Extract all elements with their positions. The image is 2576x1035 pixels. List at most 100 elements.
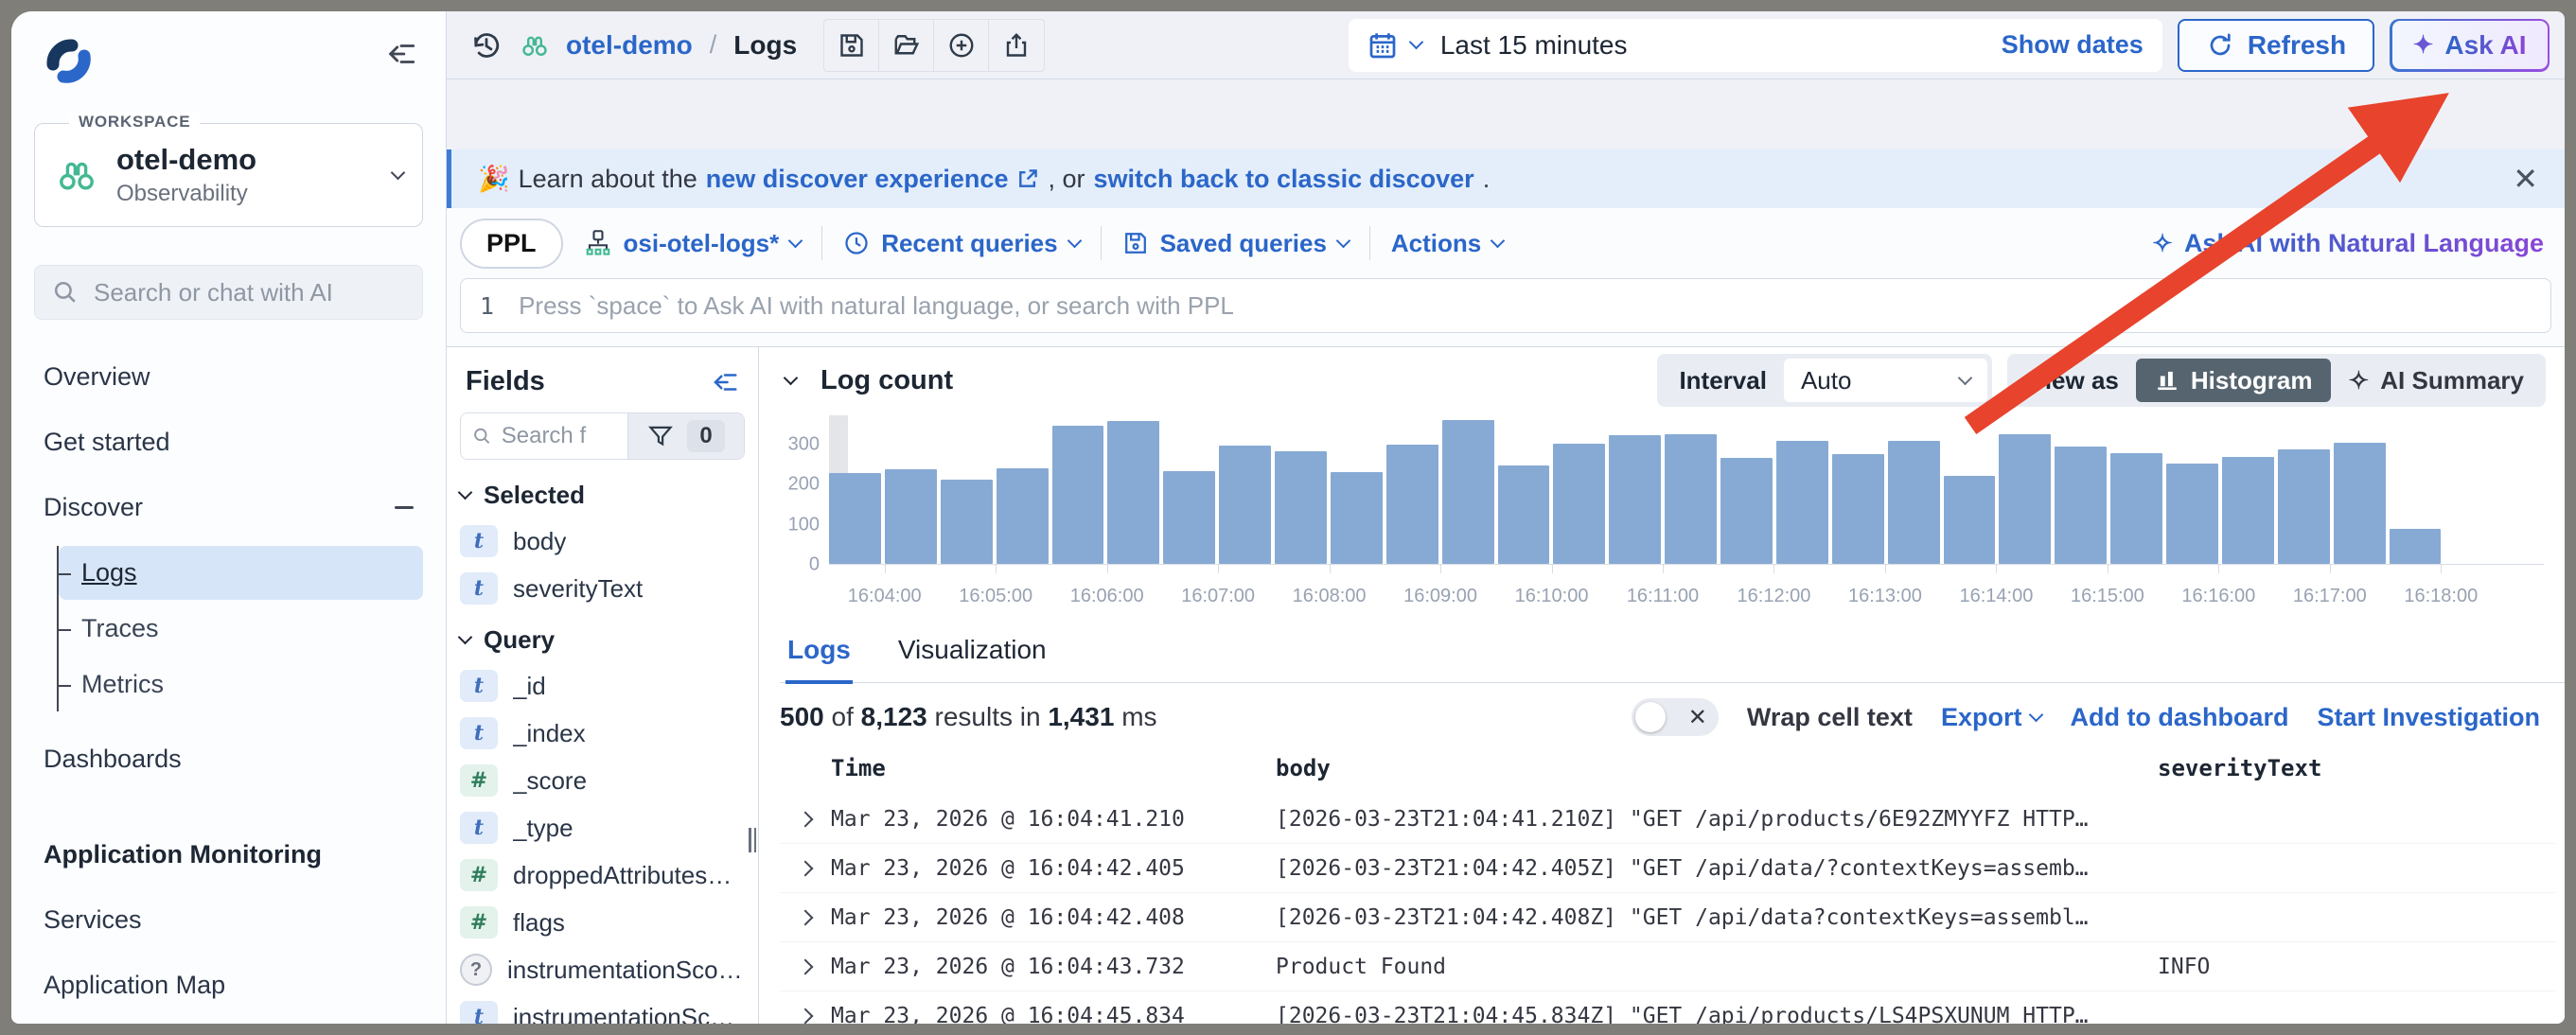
field-item-index[interactable]: t_index (460, 717, 745, 749)
query-language-button[interactable]: PPL (460, 219, 563, 269)
histogram-view-button[interactable]: Histogram (2136, 359, 2332, 402)
field-filter-button[interactable]: 0 (628, 413, 744, 459)
x-tick-mark (1996, 565, 1997, 573)
cell-time: Mar 23, 2026 @ 16:04:43.732 (831, 955, 1276, 979)
expand-row-button[interactable] (780, 961, 831, 973)
expand-row-button[interactable] (780, 1010, 831, 1022)
add-to-dashboard-button[interactable]: Add to dashboard (2070, 703, 2288, 732)
sidebar-item-logs[interactable]: Logs (59, 546, 423, 600)
field-type-text-icon: t (460, 1001, 498, 1024)
share-button[interactable] (989, 20, 1044, 71)
ask-ai-natural-language-button[interactable]: ✧ Ask AI with Natural Language (2152, 229, 2551, 258)
x-tick-label: 16:07:00 (1181, 586, 1255, 607)
history-icon[interactable] (469, 28, 503, 62)
fields-section-selected[interactable]: Selected (460, 481, 745, 510)
x-tick-label: 16:13:00 (1848, 586, 1922, 607)
wrap-text-toggle[interactable]: ✕ (1632, 698, 1719, 736)
field-item-droppedattributescount[interactable]: #droppedAttributesCount (460, 859, 745, 891)
histogram-label: Histogram (2191, 366, 2313, 395)
table-row[interactable]: Mar 23, 2026 @ 16:04:43.732Product Found… (780, 942, 2555, 991)
histogram-plot[interactable] (829, 415, 2544, 565)
chevron-down-icon (458, 485, 473, 500)
table-row[interactable]: Mar 23, 2026 @ 16:04:41.210[2026-03-23T2… (780, 795, 2555, 844)
sidebar-item-overview[interactable]: Overview (34, 350, 423, 404)
collapse-chart-icon[interactable] (784, 370, 799, 385)
saved-queries-button[interactable]: Saved queries (1122, 229, 1349, 258)
separator (1369, 226, 1370, 260)
column-header-body[interactable]: body (1276, 755, 2158, 781)
histogram-bar (1498, 465, 1550, 564)
field-item-flags[interactable]: #flags (460, 906, 745, 939)
dataset-selector[interactable]: osi-otel-logs* (584, 229, 802, 258)
interval-select[interactable]: Auto (1784, 359, 1987, 402)
tab-logs[interactable]: Logs (785, 627, 853, 684)
results-tabs: Logs Visualization (780, 627, 2565, 683)
start-investigation-button[interactable]: Start Investigation (2317, 703, 2540, 732)
sidebar-item-dashboards[interactable]: Dashboards (34, 732, 423, 786)
sidebar-item-services[interactable]: Services (34, 893, 423, 947)
wrap-cell-text-label: Wrap cell text (1747, 703, 1913, 732)
refresh-button[interactable]: Refresh (2178, 19, 2374, 72)
field-item-body[interactable]: tbody (460, 525, 745, 557)
results-toolbar: 500 of 8,123 results in 1,431 ms ✕ Wrap … (780, 698, 2565, 736)
tab-visualization[interactable]: Visualization (896, 627, 1049, 682)
show-dates-link[interactable]: Show dates (2002, 30, 2144, 60)
export-button[interactable]: Export (1941, 703, 2042, 732)
column-header-severitytext[interactable]: severityText (2158, 755, 2555, 781)
sidebar-search[interactable] (34, 265, 423, 320)
time-range-value[interactable]: Last 15 minutes (1440, 30, 1628, 61)
calendar-icon[interactable] (1367, 30, 1398, 61)
sidebar-item-label: Application Map (44, 971, 225, 1000)
query-editor[interactable]: 1 Press `space` to Ask AI with natural l… (460, 278, 2551, 333)
sidebar-item-application-map[interactable]: Application Map (34, 958, 423, 1012)
field-name: flags (513, 908, 565, 938)
new-button[interactable] (934, 20, 989, 71)
histogram-bar (1107, 421, 1159, 564)
save-button[interactable] (824, 20, 879, 71)
sidebar-item-discover[interactable]: Discover (34, 481, 423, 535)
collapse-group-icon[interactable] (395, 506, 414, 509)
recent-queries-button[interactable]: Recent queries (843, 229, 1079, 258)
opensearch-logo-icon[interactable] (42, 34, 93, 85)
sidebar-search-input[interactable] (94, 278, 411, 307)
field-item-instrumentationscope[interactable]: ?instrumentationScope (460, 954, 745, 986)
fields-section-label: Query (484, 625, 555, 655)
breadcrumb-page: Logs (733, 30, 797, 61)
expand-row-button[interactable] (780, 912, 831, 923)
field-name: _index (513, 719, 586, 748)
column-header-time[interactable]: Time (831, 755, 1276, 781)
field-search-input[interactable] (502, 423, 616, 449)
table-row[interactable]: Mar 23, 2026 @ 16:04:45.834[2026-03-23T2… (780, 991, 2555, 1024)
collapse-fields-icon[interactable] (711, 370, 739, 395)
log-table: Time body severityText Mar 23, 2026 @ 16… (780, 749, 2565, 1024)
workspace-selector[interactable]: WORKSPACE otel-demo Observability (34, 123, 423, 227)
table-row[interactable]: Mar 23, 2026 @ 16:04:42.408[2026-03-23T2… (780, 893, 2555, 942)
field-item-id[interactable]: t_id (460, 670, 745, 702)
time-range-picker[interactable]: Last 15 minutes Show dates (1349, 19, 2162, 72)
expand-row-button[interactable] (780, 863, 831, 874)
field-item-severitytext[interactable]: tseverityText (460, 572, 745, 605)
sidebar-item-application-monitoring[interactable]: Application Monitoring (34, 828, 423, 882)
classic-discover-link[interactable]: switch back to classic discover (1093, 165, 1473, 194)
field-item-type[interactable]: t_type (460, 812, 745, 844)
actions-menu-button[interactable]: Actions (1391, 229, 1503, 258)
fields-section-query[interactable]: Query (460, 625, 745, 655)
sidebar-item-metrics[interactable]: Metrics (59, 658, 423, 711)
new-discover-link[interactable]: new discover experience (706, 165, 1009, 194)
sidebar-item-traces[interactable]: Traces (59, 602, 423, 656)
collapse-sidebar-icon[interactable] (385, 40, 417, 68)
ai-summary-button[interactable]: ✧ AI Summary (2331, 366, 2541, 395)
sidebar-item-label: Logs (81, 558, 137, 587)
ask-ai-label: Ask AI (2444, 30, 2526, 61)
close-banner-icon[interactable]: ✕ (2513, 164, 2538, 194)
table-row[interactable]: Mar 23, 2026 @ 16:04:42.405[2026-03-23T2… (780, 844, 2555, 893)
open-button[interactable] (879, 20, 934, 71)
ask-ai-button[interactable]: ✦ Ask AI (2390, 19, 2550, 72)
field-search[interactable] (461, 413, 628, 459)
expand-row-button[interactable] (780, 814, 831, 825)
fields-resize-handle[interactable] (749, 828, 756, 852)
field-item-instrumentationscope[interactable]: tinstrumentationScope.… (460, 1001, 745, 1024)
field-item-score[interactable]: #_score (460, 764, 745, 797)
sidebar-item-get-started[interactable]: Get started (34, 415, 423, 469)
breadcrumb-workspace[interactable]: otel-demo (566, 30, 693, 61)
